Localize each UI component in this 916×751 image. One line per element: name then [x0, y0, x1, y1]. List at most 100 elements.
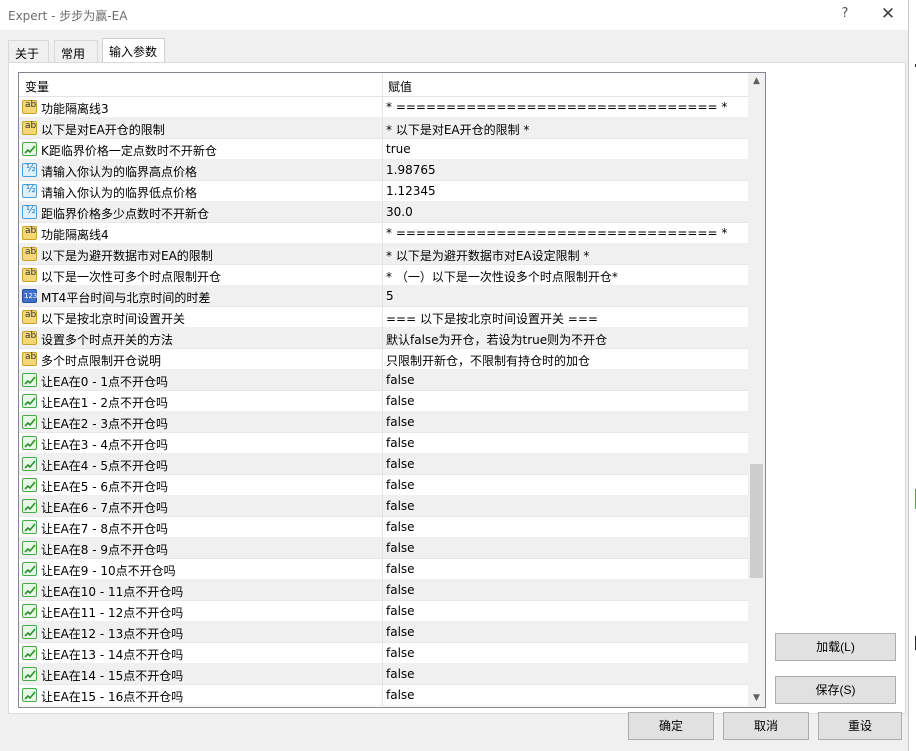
string-type-icon: [22, 100, 37, 114]
table-row[interactable]: 让EA在14 - 15点不开仓吗 false: [19, 664, 748, 685]
table-row[interactable]: MT4平台时间与北京时间的时差 5: [19, 286, 748, 307]
table-row[interactable]: 让EA在11 - 12点不开仓吗 false: [19, 601, 748, 622]
bool-type-icon: [22, 394, 37, 408]
table-row[interactable]: 让EA在0 - 1点不开仓吗 false: [19, 370, 748, 391]
header-variable[interactable]: 变量: [25, 78, 49, 95]
row-value[interactable]: * （一）以下是一次性设多个时点限制开仓*: [386, 268, 618, 285]
row-value[interactable]: * ================================ *: [386, 226, 727, 240]
row-value[interactable]: false: [386, 688, 415, 702]
tab-common[interactable]: 常用: [54, 40, 98, 62]
column-divider: [382, 97, 383, 118]
column-divider: [382, 517, 383, 538]
help-button[interactable]: ?: [834, 4, 856, 24]
close-button[interactable]: ✕: [875, 3, 901, 25]
row-value[interactable]: 1.12345: [386, 184, 436, 198]
table-row[interactable]: 以下是一次性可多个时点限制开仓 * （一）以下是一次性设多个时点限制开仓*: [19, 265, 748, 286]
row-value[interactable]: === 以下是按北京时间设置开关 ===: [386, 310, 598, 327]
vertical-scrollbar[interactable]: ▲ ▼: [748, 73, 765, 707]
table-row[interactable]: 设置多个时点开关的方法 默认false为开仓，若设为true则为不开仓: [19, 328, 748, 349]
row-value[interactable]: * 以下是对EA开仓的限制 *: [386, 121, 529, 138]
row-variable-name: 功能隔离线4: [41, 228, 109, 242]
table-row[interactable]: 让EA在7 - 8点不开仓吗 false: [19, 517, 748, 538]
table-row[interactable]: 多个时点限制开仓说明 只限制开新仓，不限制有持仓时的加仓: [19, 349, 748, 370]
row-value[interactable]: false: [386, 562, 415, 576]
row-value[interactable]: true: [386, 142, 411, 156]
save-button[interactable]: 保存(S): [775, 676, 896, 704]
row-variable-name: 让EA在15 - 16点不开仓吗: [41, 690, 184, 704]
cancel-button[interactable]: 取消: [723, 712, 809, 740]
bool-type-icon: [22, 373, 37, 387]
string-type-icon: [22, 352, 37, 366]
column-divider: [382, 328, 383, 349]
table-row[interactable]: 让EA在3 - 4点不开仓吗 false: [19, 433, 748, 454]
column-divider: [382, 454, 383, 475]
table-row[interactable]: 以下是按北京时间设置开关 === 以下是按北京时间设置开关 ===: [19, 307, 748, 328]
table-row[interactable]: K距临界价格一定点数时不开新仓 true: [19, 139, 748, 160]
column-divider: [382, 433, 383, 454]
column-divider: [382, 601, 383, 622]
row-value[interactable]: 30.0: [386, 205, 413, 219]
table-row[interactable]: 以下是对EA开仓的限制 * 以下是对EA开仓的限制 *: [19, 118, 748, 139]
row-value[interactable]: false: [386, 541, 415, 555]
bool-type-icon: [22, 583, 37, 597]
row-value[interactable]: false: [386, 394, 415, 408]
table-row[interactable]: 让EA在13 - 14点不开仓吗 false: [19, 643, 748, 664]
table-row[interactable]: 让EA在6 - 7点不开仓吗 false: [19, 496, 748, 517]
header-value[interactable]: 赋值: [388, 78, 412, 95]
row-value[interactable]: false: [386, 499, 415, 513]
table-row[interactable]: 让EA在5 - 6点不开仓吗 false: [19, 475, 748, 496]
reset-button[interactable]: 重设: [818, 712, 902, 740]
string-type-icon: [22, 268, 37, 282]
table-row[interactable]: 功能隔离线4 * ================================…: [19, 223, 748, 244]
row-value[interactable]: false: [386, 373, 415, 387]
row-value[interactable]: false: [386, 604, 415, 618]
row-variable-name: 让EA在12 - 13点不开仓吗: [41, 627, 184, 641]
row-variable-name: 让EA在7 - 8点不开仓吗: [41, 522, 169, 536]
table-row[interactable]: 请输入你认为的临界高点价格 1.98765: [19, 160, 748, 181]
row-value[interactable]: false: [386, 415, 415, 429]
table-row[interactable]: 让EA在15 - 16点不开仓吗 false: [19, 685, 748, 706]
tab-about[interactable]: 关于: [8, 40, 49, 62]
table-row[interactable]: 让EA在1 - 2点不开仓吗 false: [19, 391, 748, 412]
table-row[interactable]: 功能隔离线3 * ================================…: [19, 97, 748, 118]
column-divider: [382, 244, 383, 265]
load-button[interactable]: 加载(L): [775, 633, 896, 661]
bool-type-icon: [22, 499, 37, 513]
row-variable-name: 让EA在14 - 15点不开仓吗: [41, 669, 184, 683]
table-row[interactable]: 让EA在10 - 11点不开仓吗 false: [19, 580, 748, 601]
table-row[interactable]: 让EA在4 - 5点不开仓吗 false: [19, 454, 748, 475]
row-value[interactable]: false: [386, 667, 415, 681]
row-value[interactable]: false: [386, 478, 415, 492]
row-variable-name: 以下是按北京时间设置开关: [41, 312, 186, 326]
table-row[interactable]: 以下是为避开数据市对EA的限制 * 以下是为避开数据市对EA设定限制 *: [19, 244, 748, 265]
column-divider: [382, 160, 383, 181]
row-value[interactable]: 默认false为开仓，若设为true则为不开仓: [386, 331, 607, 348]
table-row[interactable]: 让EA在8 - 9点不开仓吗 false: [19, 538, 748, 559]
row-value[interactable]: false: [386, 625, 415, 639]
row-value[interactable]: false: [386, 436, 415, 450]
row-value[interactable]: false: [386, 457, 415, 471]
row-value[interactable]: false: [386, 646, 415, 660]
row-value[interactable]: * ================================ *: [386, 100, 727, 114]
row-value[interactable]: * 以下是为避开数据市对EA设定限制 *: [386, 247, 589, 264]
table-row[interactable]: 距临界价格多少点数时不开新仓 30.0: [19, 202, 748, 223]
bool-type-icon: [22, 604, 37, 618]
column-divider: [382, 202, 383, 223]
tab-inputs[interactable]: 输入参数: [102, 38, 165, 63]
table-row[interactable]: 让EA在12 - 13点不开仓吗 false: [19, 622, 748, 643]
row-value[interactable]: false: [386, 520, 415, 534]
scroll-thumb[interactable]: [750, 464, 763, 578]
bool-type-icon: [22, 688, 37, 702]
row-value[interactable]: 只限制开新仓，不限制有持仓时的加仓: [386, 352, 590, 369]
scroll-up-icon[interactable]: ▲: [748, 73, 765, 90]
column-divider: [382, 412, 383, 433]
scroll-down-icon[interactable]: ▼: [748, 690, 765, 707]
bool-type-icon: [22, 625, 37, 639]
row-value[interactable]: 1.98765: [386, 163, 436, 177]
row-value[interactable]: false: [386, 583, 415, 597]
table-row[interactable]: 让EA在2 - 3点不开仓吗 false: [19, 412, 748, 433]
table-row[interactable]: 让EA在9 - 10点不开仓吗 false: [19, 559, 748, 580]
row-value[interactable]: 5: [386, 289, 394, 303]
ok-button[interactable]: 确定: [628, 712, 714, 740]
table-row[interactable]: 请输入你认为的临界低点价格 1.12345: [19, 181, 748, 202]
